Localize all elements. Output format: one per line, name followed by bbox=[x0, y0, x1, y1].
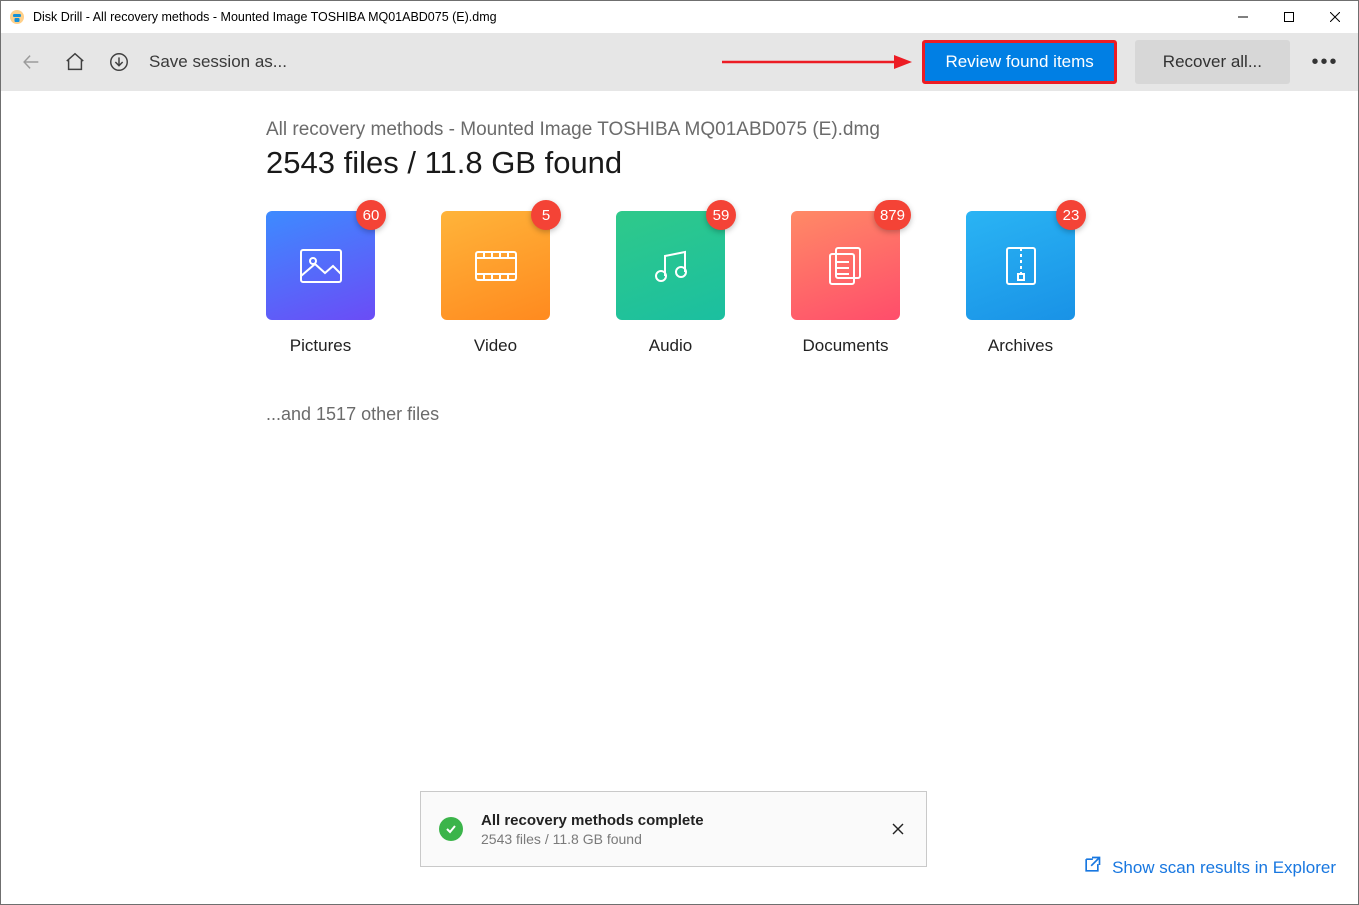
pictures-label: Pictures bbox=[290, 336, 351, 356]
video-tile: 5 bbox=[441, 211, 550, 320]
toast-title: All recovery methods complete bbox=[481, 812, 888, 829]
annotation-arrow bbox=[722, 46, 912, 78]
scan-headline: 2543 files / 11.8 GB found bbox=[266, 145, 1358, 181]
save-session-label[interactable]: Save session as... bbox=[149, 52, 287, 72]
scan-subtitle: All recovery methods - Mounted Image TOS… bbox=[266, 119, 1358, 141]
window-title: Disk Drill - All recovery methods - Moun… bbox=[33, 10, 497, 24]
category-archives[interactable]: 23 Archives bbox=[966, 211, 1075, 356]
window: Disk Drill - All recovery methods - Moun… bbox=[0, 0, 1359, 905]
close-window-button[interactable] bbox=[1312, 1, 1358, 33]
archives-tile: 23 bbox=[966, 211, 1075, 320]
show-in-explorer-label: Show scan results in Explorer bbox=[1112, 858, 1336, 878]
open-external-icon bbox=[1082, 855, 1102, 880]
home-button[interactable] bbox=[55, 42, 95, 82]
archives-badge: 23 bbox=[1056, 200, 1086, 230]
more-menu-button[interactable]: ••• bbox=[1302, 42, 1348, 82]
other-files-text: ...and 1517 other files bbox=[266, 404, 1358, 425]
review-found-items-label: Review found items bbox=[945, 52, 1093, 72]
video-badge: 5 bbox=[531, 200, 561, 230]
success-check-icon bbox=[439, 817, 463, 841]
audio-label: Audio bbox=[649, 336, 692, 356]
recover-all-label: Recover all... bbox=[1163, 52, 1262, 72]
video-label: Video bbox=[474, 336, 517, 356]
maximize-button[interactable] bbox=[1266, 1, 1312, 33]
category-audio[interactable]: 59 Audio bbox=[616, 211, 725, 356]
category-documents[interactable]: 879 Documents bbox=[791, 211, 900, 356]
toolbar: Save session as... Review found items Re… bbox=[1, 33, 1358, 91]
show-in-explorer-link[interactable]: Show scan results in Explorer bbox=[1082, 855, 1336, 880]
archives-label: Archives bbox=[988, 336, 1053, 356]
titlebar: Disk Drill - All recovery methods - Moun… bbox=[1, 1, 1358, 33]
documents-badge: 879 bbox=[874, 200, 911, 230]
toast-close-button[interactable] bbox=[888, 819, 908, 839]
app-icon bbox=[9, 9, 25, 25]
pictures-badge: 60 bbox=[356, 200, 386, 230]
category-video[interactable]: 5 Video bbox=[441, 211, 550, 356]
recover-all-button[interactable]: Recover all... bbox=[1135, 40, 1290, 84]
documents-label: Documents bbox=[803, 336, 889, 356]
audio-tile: 59 bbox=[616, 211, 725, 320]
download-session-icon[interactable] bbox=[99, 42, 139, 82]
content: All recovery methods - Mounted Image TOS… bbox=[1, 91, 1358, 904]
completion-toast: All recovery methods complete 2543 files… bbox=[420, 791, 927, 867]
review-found-items-button[interactable]: Review found items bbox=[922, 40, 1116, 84]
pictures-tile: 60 bbox=[266, 211, 375, 320]
back-button[interactable] bbox=[11, 42, 51, 82]
minimize-button[interactable] bbox=[1220, 1, 1266, 33]
documents-tile: 879 bbox=[791, 211, 900, 320]
category-pictures[interactable]: 60 Pictures bbox=[266, 211, 375, 356]
audio-badge: 59 bbox=[706, 200, 736, 230]
category-row: 60 Pictures 5 Video 59 Audio bbox=[266, 211, 1358, 356]
toast-subtitle: 2543 files / 11.8 GB found bbox=[481, 831, 888, 847]
